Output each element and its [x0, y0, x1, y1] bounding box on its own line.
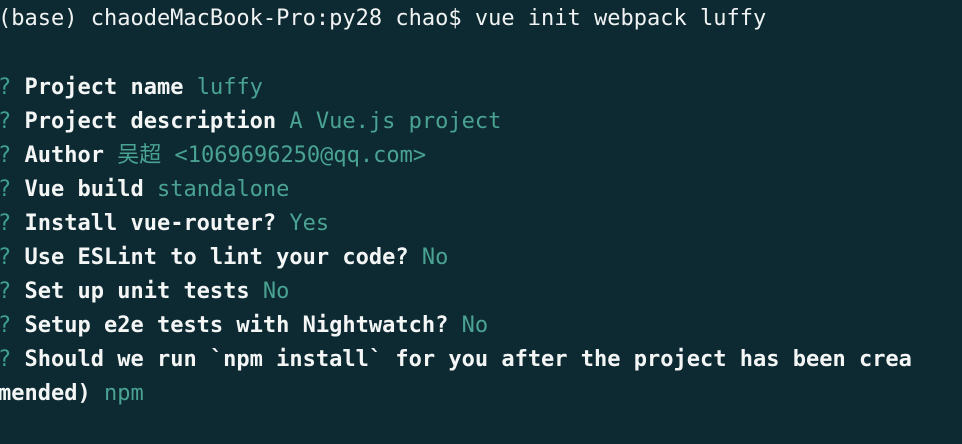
question-mark-icon: ? [0, 177, 11, 202]
prompt-answer: standalone [156, 177, 290, 202]
prompt-vue-router: ? Install vue-router? Yes [0, 207, 329, 241]
prompt-unit-tests: ? Set up unit tests No [0, 275, 289, 309]
prompt-label: Install vue-router? [24, 211, 277, 236]
question-mark-icon: ? [0, 143, 11, 168]
prompt-label: Project name [24, 75, 184, 100]
command-line: (base) chaodeMacBook-Pro:py28 chao$ vue … [0, 6, 767, 31]
prompt-continuation: mended) npm [0, 377, 144, 411]
question-mark-icon: ? [0, 211, 11, 236]
question-mark-icon: ? [0, 245, 11, 270]
prompt-label: Use ESLint to lint your code? [24, 245, 409, 270]
prompt-answer: A Vue.js project [289, 109, 502, 134]
terminal-window[interactable]: (base) chaodeMacBook-Pro:py28 chao$ vue … [0, 0, 962, 444]
question-mark-icon: ? [0, 347, 11, 372]
prompt-author: ? Author 吴超 <1069696250@qq.com> [0, 139, 426, 173]
prompt-label: Vue build [24, 177, 144, 202]
prompt-project-name: ? Project name luffy [0, 71, 263, 105]
prompt-answer: No [421, 245, 449, 270]
question-mark-icon: ? [0, 279, 11, 304]
prompt-npm-install: ? Should we run `npm install` for you af… [0, 343, 912, 377]
prompt-label: Author [24, 143, 104, 168]
question-mark-icon: ? [0, 313, 11, 338]
prompt-label: Set up unit tests [24, 279, 250, 304]
prompt-eslint: ? Use ESLint to lint your code? No [0, 241, 448, 275]
prompt-answer: No [461, 313, 489, 338]
prompt-label: Setup e2e tests with Nightwatch? [24, 313, 449, 338]
prompt-answer: No [262, 279, 290, 304]
question-mark-icon: ? [0, 75, 11, 100]
prompt-answer: luffy [196, 75, 263, 100]
continuation-label: mended) [0, 381, 91, 406]
prompt-e2e-tests: ? Setup e2e tests with Nightwatch? No [0, 309, 488, 343]
prompt-answer: npm [103, 381, 144, 406]
prompt-answer: 吴超 <1069696250@qq.com> [117, 143, 427, 168]
prompt-vue-build: ? Vue build standalone [0, 173, 289, 207]
prompt-project-description: ? Project description A Vue.js project [0, 105, 501, 139]
prompt-label: Project description [24, 109, 277, 134]
prompt-answer: Yes [289, 211, 330, 236]
prompt-label: Should we run `npm install` for you afte… [24, 347, 912, 372]
question-mark-icon: ? [0, 109, 11, 134]
